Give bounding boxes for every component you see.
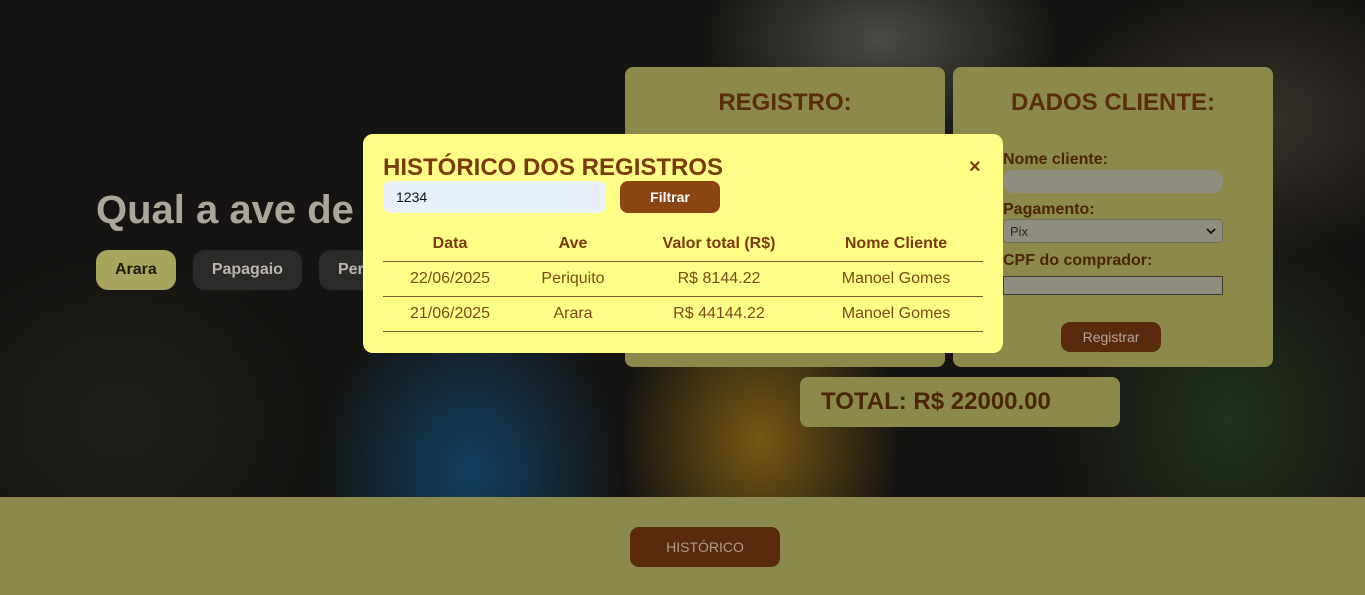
total-box: TOTAL: R$ 22000.00: [800, 377, 1120, 427]
cell-data: 22/06/2025: [383, 261, 517, 297]
hero-title: Qual a ave de: [96, 188, 354, 232]
column-header-valor: Valor total (R$): [629, 227, 809, 262]
cell-ave: Arara: [517, 296, 629, 332]
cell-cliente: Manoel Gomes: [809, 261, 983, 297]
cell-cliente: Manoel Gomes: [809, 296, 983, 332]
table-row: 21/06/2025 Arara R$ 44144.22 Manoel Gome…: [383, 296, 983, 332]
footer-bar: HISTÓRICO: [0, 497, 1365, 595]
registrar-button[interactable]: Registrar: [1061, 322, 1161, 352]
chevron-down-icon: [1206, 228, 1216, 235]
cell-ave: Periquito: [517, 261, 629, 297]
payment-selected-value: Pix: [1010, 223, 1029, 239]
modal-title: HISTÓRICO DOS REGISTROS: [383, 154, 724, 181]
cell-valor: R$ 8144.22: [629, 261, 809, 297]
column-header-cliente: Nome Cliente: [809, 227, 983, 262]
table-header-row: Data Ave Valor total (R$) Nome Cliente: [383, 227, 983, 262]
history-modal: HISTÓRICO DOS REGISTROS × 1234 Filtrar D…: [363, 134, 1003, 353]
history-table: Data Ave Valor total (R$) Nome Cliente 2…: [383, 227, 983, 332]
close-icon[interactable]: ×: [969, 157, 981, 177]
dados-cliente-title: DADOS CLIENTE:: [1011, 89, 1215, 116]
column-header-ave: Ave: [517, 227, 629, 262]
cell-valor: R$ 44144.22: [629, 296, 809, 332]
filter-input[interactable]: 1234: [383, 181, 606, 213]
cell-data: 21/06/2025: [383, 296, 517, 332]
name-label: Nome cliente:: [1003, 151, 1108, 168]
registro-title: REGISTRO:: [718, 89, 852, 116]
bird-chip-group: Arara Papagaio Per: [96, 250, 383, 290]
payment-select[interactable]: Pix: [1003, 219, 1223, 243]
table-row: 22/06/2025 Periquito R$ 8144.22 Manoel G…: [383, 261, 983, 297]
chip-arara[interactable]: Arara: [96, 250, 176, 290]
historico-button[interactable]: HISTÓRICO: [630, 527, 780, 567]
chip-papagaio[interactable]: Papagaio: [192, 250, 302, 290]
filter-button[interactable]: Filtrar: [620, 181, 720, 213]
payment-label: Pagamento:: [1003, 201, 1095, 218]
cpf-label: CPF do comprador:: [1003, 252, 1153, 269]
client-name-input[interactable]: [1003, 170, 1223, 193]
column-header-data: Data: [383, 227, 517, 262]
cpf-input[interactable]: [1003, 276, 1223, 295]
